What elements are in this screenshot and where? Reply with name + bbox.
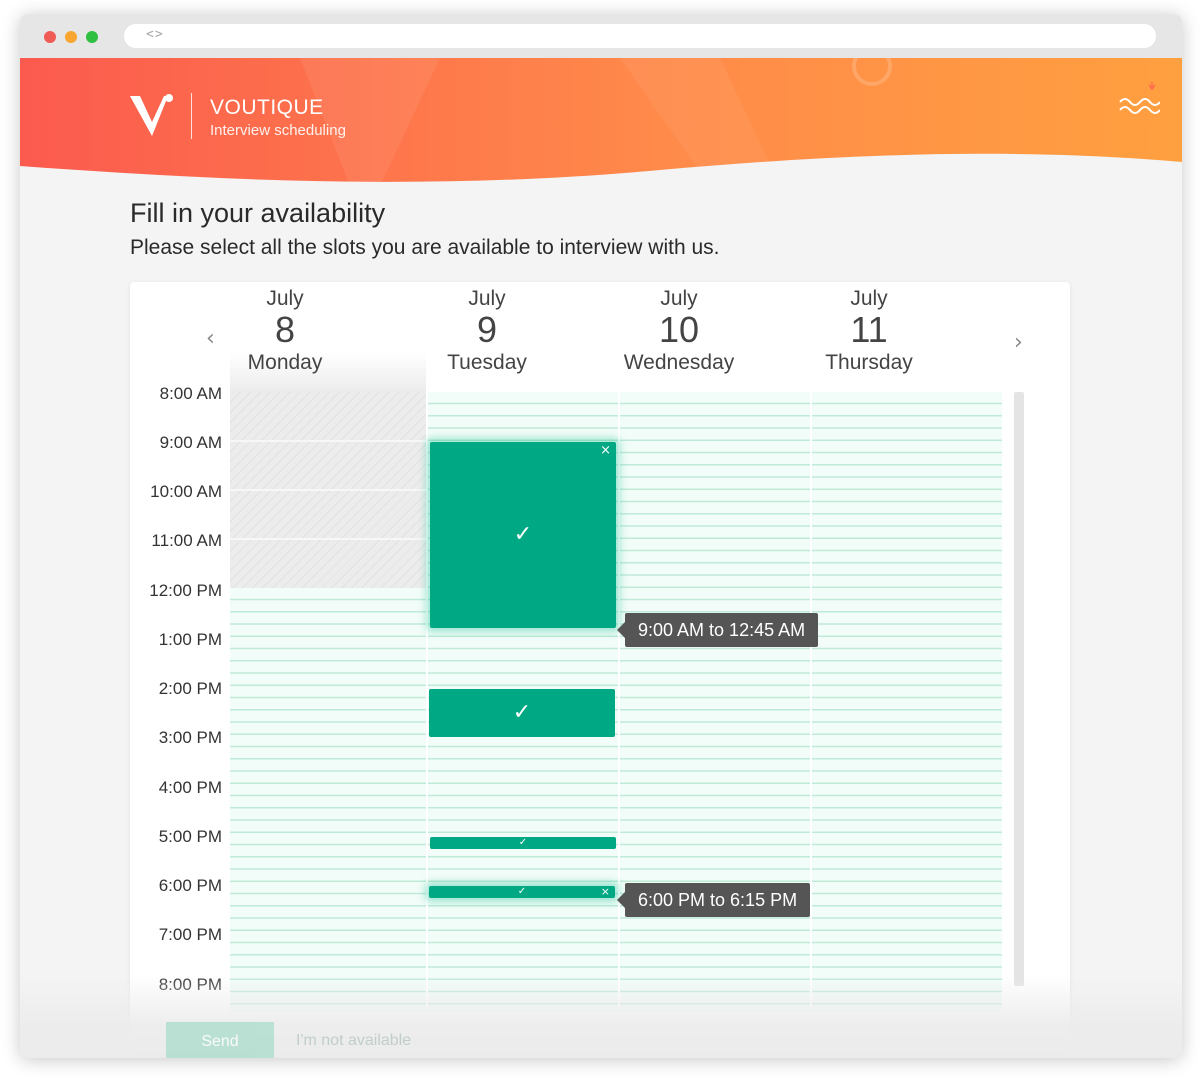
brand-subtitle: Interview scheduling — [210, 122, 346, 139]
availability-calendar: ‹ › July 8 Monday July 9 Tuesday July 10… — [130, 282, 1070, 1058]
close-icon[interactable]: × — [601, 886, 610, 897]
scrollbar[interactable] — [1014, 392, 1024, 986]
checkmark-icon: ✓ — [513, 522, 533, 547]
day-weekday: Monday — [247, 351, 323, 374]
page-title: Fill in your availability — [130, 198, 386, 228]
day-date: 8 — [274, 309, 296, 350]
day-date: 11 — [850, 309, 888, 350]
day-column-monday[interactable] — [230, 392, 426, 1012]
logo-divider — [191, 93, 192, 139]
selected-slot[interactable]: ✓ × — [430, 442, 616, 628]
page-subtitle: Please select all the slots you are avai… — [130, 236, 720, 259]
day-header-monday: July 8 Monday — [190, 286, 380, 378]
time-label: 11:00 AM — [151, 531, 222, 550]
time-label: 3:00 PM — [158, 728, 222, 747]
day-header-wednesday: July 10 Wednesday — [584, 286, 774, 378]
brand-name: VOUTIQUE — [210, 96, 324, 119]
hour-divider — [230, 440, 426, 442]
time-label: 1:00 PM — [158, 630, 222, 649]
day-weekday: Tuesday — [447, 351, 527, 374]
hour-divider — [230, 538, 426, 540]
time-label: 9:00 AM — [159, 433, 222, 452]
checkmark-icon: ✓ — [518, 837, 528, 848]
day-date: 10 — [658, 309, 700, 350]
time-grid: ✓ × ✓ ✓ ✓ × 9:00 AM to 12:45 AM 6:00 PM … — [230, 392, 1002, 1012]
day-header-thursday: July 11 Thursday — [774, 286, 964, 378]
maximize-window-button[interactable] — [86, 31, 98, 43]
time-label: 5:00 PM — [158, 827, 222, 846]
checkmark-icon: ✓ — [512, 700, 532, 725]
chevron-right-icon[interactable]: › — [1014, 330, 1023, 355]
address-bar[interactable]: <> — [124, 24, 1156, 48]
day-column-thursday[interactable] — [812, 392, 1002, 1012]
day-header-tuesday: July 9 Tuesday — [392, 286, 582, 378]
time-label: 12:00 PM — [149, 581, 222, 600]
slot-time-tooltip: 6:00 PM to 6:15 PM — [616, 883, 811, 917]
time-label: 7:00 PM — [158, 925, 222, 944]
time-label: 2:00 PM — [158, 679, 222, 698]
day-weekday: Thursday — [825, 351, 913, 374]
day-weekday: Wednesday — [623, 351, 735, 374]
browser-toolbar: <> — [20, 14, 1182, 58]
not-available-link[interactable]: I'm not available — [296, 1032, 411, 1050]
selected-slot[interactable]: ✓ — [430, 837, 616, 849]
time-label: 4:00 PM — [158, 778, 222, 797]
slot-time-tooltip: 9:00 AM to 12:45 AM — [616, 613, 819, 647]
day-date: 9 — [476, 309, 498, 350]
close-window-button[interactable] — [44, 31, 56, 43]
time-label: 10:00 AM — [150, 482, 222, 501]
selected-slot[interactable]: ✓ — [429, 689, 615, 737]
time-label: 8:00 PM — [158, 975, 222, 994]
checkmark-icon: ✓ — [517, 886, 527, 897]
hour-divider — [230, 489, 426, 491]
header-banner: VOUTIQUE Interview scheduling — [20, 58, 1182, 186]
day-column-wednesday[interactable] — [620, 392, 810, 1012]
time-label: 8:00 AM — [159, 384, 222, 403]
time-label: 6:00 PM — [158, 876, 222, 895]
minimize-window-button[interactable] — [65, 31, 77, 43]
close-icon[interactable]: × — [600, 444, 611, 457]
banner-background — [20, 58, 1182, 186]
code-brackets-icon: <> — [146, 27, 164, 42]
send-button[interactable]: Send — [166, 1022, 274, 1058]
browser-window: <> VOUTIQUE Interview scheduling Fill in… — [20, 14, 1182, 1058]
selected-slot[interactable]: ✓ × — [429, 886, 615, 898]
